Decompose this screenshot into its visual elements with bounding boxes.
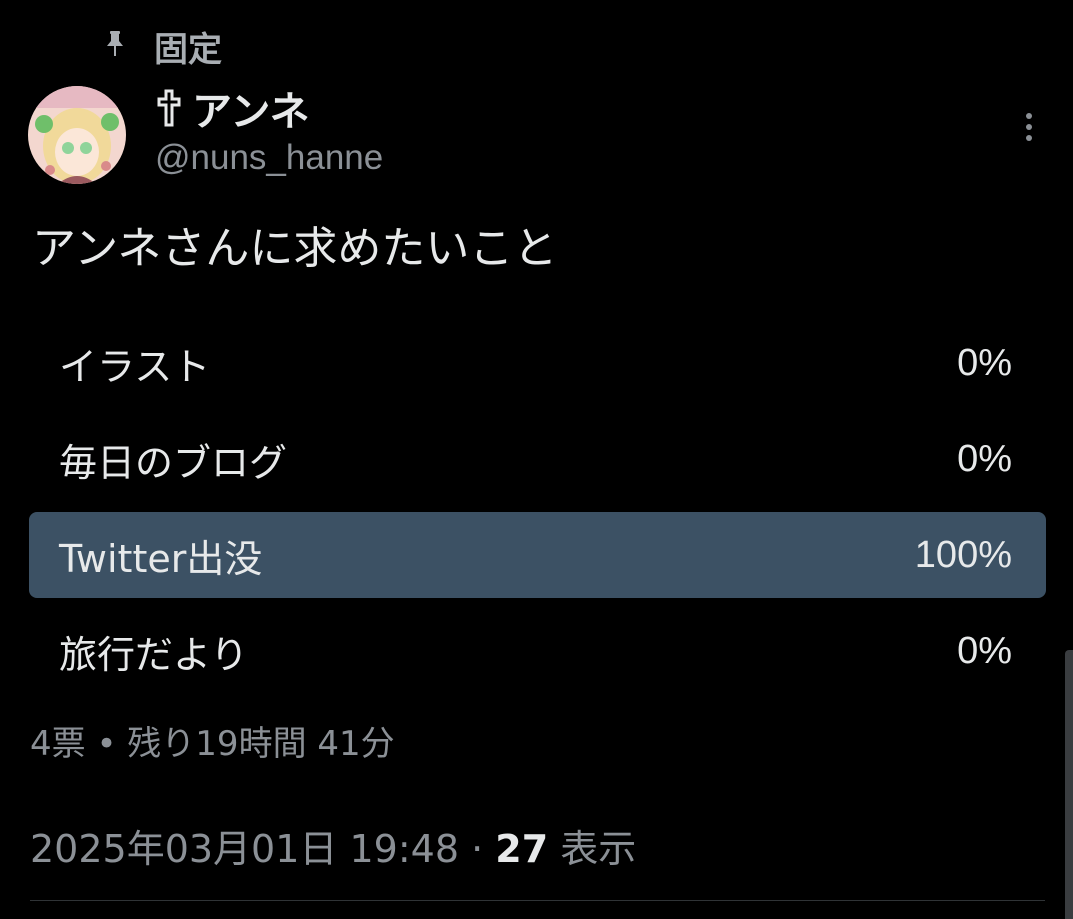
tweet-meta: 2025年03月01日 19:48 · 27 表示 [30, 818, 636, 873]
poll-option: 旅行だより 0% [29, 608, 1046, 694]
poll-option-percent: 100% [914, 533, 1012, 576]
meta-separator: · [459, 827, 496, 871]
poll-option: 毎日のブログ 0% [29, 416, 1046, 502]
poll-option-percent: 0% [957, 437, 1012, 480]
pinned-label: 固定 [154, 29, 222, 70]
scrollbar[interactable] [1065, 650, 1073, 919]
poll-summary: 4票 • 残り19時間 41分 [30, 724, 395, 764]
poll-option-label: イラスト [59, 344, 211, 389]
poll-option-label: 旅行だより [59, 632, 249, 677]
avatar[interactable] [28, 86, 126, 184]
tweet-timestamp[interactable]: 2025年03月01日 19:48 [30, 827, 459, 871]
poll-option-label: 毎日のブログ [59, 440, 288, 485]
author-handle[interactable]: @nuns_hanne [155, 138, 383, 178]
poll-option: イラスト 0% [29, 320, 1046, 406]
tweet-text: アンネさんに求めたいこと [32, 223, 558, 274]
cross-icon [156, 88, 182, 128]
poll: イラスト 0% 毎日のブログ 0% Twitter出没 100% 旅行だより 0… [29, 320, 1046, 704]
more-dots-icon [1026, 113, 1032, 141]
pinned-indicator: 固定 [104, 24, 222, 70]
views-count: 27 [495, 827, 549, 871]
pin-icon [104, 31, 126, 61]
divider [30, 900, 1045, 901]
poll-option-percent: 0% [957, 341, 1012, 384]
author-display-name[interactable]: アンネ [156, 82, 310, 135]
author-name-text: アンネ [192, 89, 310, 135]
views-label: 表示 [548, 827, 637, 871]
poll-option-label: Twitter出没 [59, 536, 263, 581]
poll-option-winner: Twitter出没 100% [29, 512, 1046, 598]
more-options-button[interactable] [1019, 108, 1039, 148]
poll-option-percent: 0% [957, 629, 1012, 672]
